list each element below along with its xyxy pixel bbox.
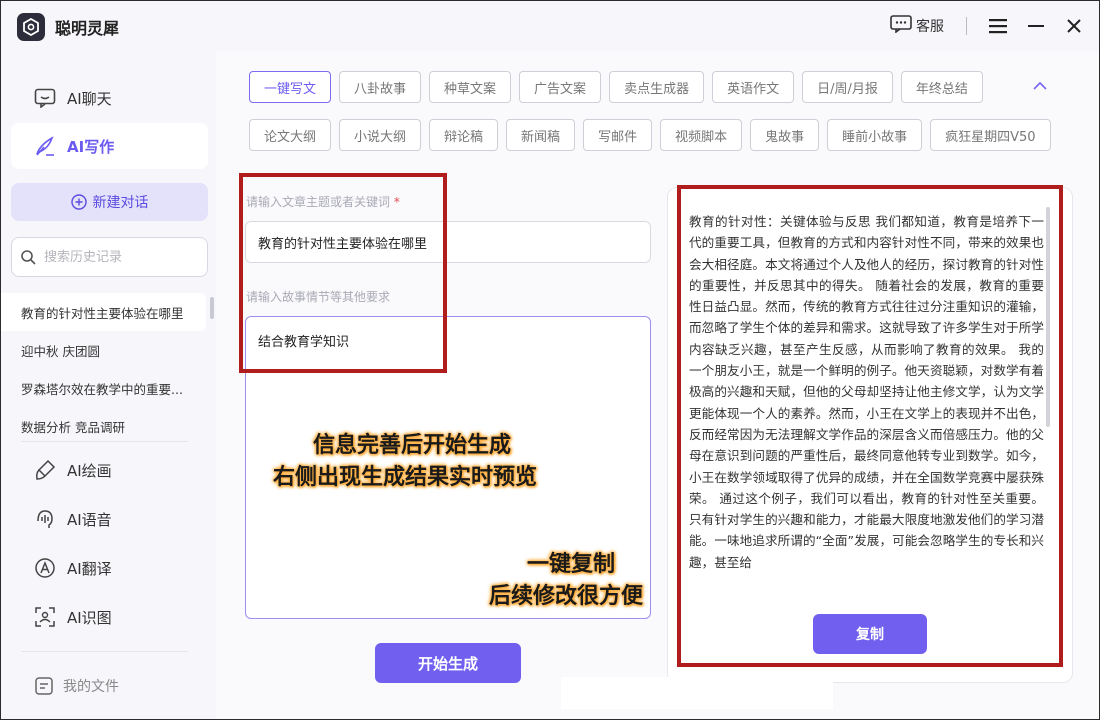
tag-row: 论文大纲 小说大纲 辩论稿 新闻稿 写邮件 视频脚本 鬼故事 睡前小故事 疯狂星期四V50 [249,119,1059,151]
support-chat-icon [890,15,912,37]
blank-overlay [561,677,833,709]
menu-icon [989,19,1007,34]
tag-chip[interactable]: 日/周/月报 [802,71,893,103]
nav-ai-chat-label: AI聊天 [67,89,112,108]
nav-ai-chat[interactable]: AI聊天 [11,75,208,121]
nav-ai-translate-label: AI翻译 [67,559,112,578]
history-item[interactable]: 迎中秋 庆团圆 [1,331,216,369]
my-files-label: 我的文件 [63,679,119,695]
nav-ai-translate[interactable]: AI翻译 [11,545,208,591]
tag-chip[interactable]: 写邮件 [583,119,653,151]
tag-row: 一键写文 八卦故事 种草文案 广告文案 卖点生成器 英语作文 日/周/月报 年终总结 [249,71,1059,103]
required-mark: * [393,195,400,209]
chevron-up-icon [1033,81,1047,90]
my-files-button[interactable]: 我的文件 [11,665,208,707]
history-scrollbar[interactable] [210,297,214,319]
tag-chip[interactable]: 英语作文 [712,71,795,103]
tag-chip[interactable]: 睡前小故事 [827,119,923,151]
nav-ai-voice-label: AI语音 [67,510,112,529]
copy-button[interactable]: 复制 [813,614,927,654]
nav-ai-paint-label: AI绘画 [67,461,112,480]
app-title: 聪明灵犀 [55,19,120,38]
new-chat-button[interactable]: 新建对话 [11,183,208,221]
collapse-tags-button[interactable] [1029,75,1051,97]
tag-chip[interactable]: 视频脚本 [660,119,743,151]
close-button[interactable] [1061,13,1087,39]
history-item[interactable]: 教育的针对性主要体验在哪里 [1,293,206,331]
details-label: 请输入故事情节等其他要求 [246,290,391,304]
app-logo-icon [17,13,45,41]
preview-text: 教育的针对性：关键体验与反思 我们都知道，教育是培养下一代的重要工具，但教育的方… [689,214,1044,570]
template-tags: 一键写文 八卦故事 种草文案 广告文案 卖点生成器 英语作文 日/周/月报 年终总结 论文大纲… [249,71,1059,167]
app-window: 聪明灵犀 客服 AI聊天 AI写作 新建对话 搜索历史记录 教育的针对性主要体验… [0,0,1100,720]
translate-icon [33,556,57,580]
support-button[interactable]: 客服 [890,15,944,37]
caption-generate-hint: 信息完善后开始生成 [313,433,512,458]
history-item[interactable]: 罗森塔尔效在教学中的重要... [1,369,216,407]
history-list: 教育的针对性主要体验在哪里 迎中秋 庆团圆 罗森塔尔效在教学中的重要... 数据… [1,293,216,445]
file-icon [33,675,55,697]
titlebar-divider [966,17,967,35]
new-chat-label: 新建对话 [92,195,149,211]
divider [21,651,188,652]
preview-scrollbar[interactable] [1046,207,1050,427]
minimize-button[interactable] [1023,13,1049,39]
tag-chip[interactable]: 论文大纲 [249,119,332,151]
topic-label-text: 请输入文章主题或者关键词 [246,195,391,209]
tag-chip[interactable]: 年终总结 [900,71,983,103]
pen-icon [33,134,57,158]
tag-chip[interactable]: 辩论稿 [429,119,499,151]
caption-edit-hint: 后续修改很方便 [489,584,644,609]
chat-icon [33,86,57,110]
tag-chip[interactable]: 小说大纲 [339,119,422,151]
menu-button[interactable] [985,13,1011,39]
tag-chip[interactable]: 八卦故事 [339,71,422,103]
search-input[interactable] [42,248,206,266]
divider [21,441,188,442]
history-search [11,237,208,277]
close-icon [1067,19,1081,33]
tag-chip[interactable]: 卖点生成器 [609,71,705,103]
tag-chip[interactable]: 一键写文 [249,71,332,103]
voice-icon [33,507,57,531]
scan-icon [33,605,57,629]
caption-preview-hint: 右侧出现生成结果实时预览 [273,465,538,490]
plus-circle-icon [70,194,87,210]
nav-ai-paint[interactable]: AI绘画 [11,447,208,493]
paint-icon [33,458,57,482]
caption-copy-hint: 一键复制 [527,552,616,577]
tag-chip[interactable]: 广告文案 [519,71,602,103]
start-generate-button[interactable]: 开始生成 [375,643,521,683]
topic-label: 请输入文章主题或者关键词 * [246,193,400,210]
topic-input[interactable] [245,221,651,263]
minimize-icon [1028,25,1044,27]
title-bar: 聪明灵犀 客服 [1,1,1099,51]
tag-chip[interactable]: 鬼故事 [750,119,820,151]
sidebar: AI聊天 AI写作 新建对话 教育的针对性主要体验在哪里 迎中秋 庆团圆 罗森塔… [1,51,216,719]
nav-ai-writing[interactable]: AI写作 [11,123,208,169]
tag-chip[interactable]: 疯狂星期四V50 [930,119,1051,151]
history-item[interactable]: 数据分析 竞品调研 [1,407,216,445]
search-icon [21,250,36,265]
nav-ai-recognize[interactable]: AI识图 [11,594,208,640]
tag-chip[interactable]: 新闻稿 [506,119,576,151]
support-label: 客服 [916,19,944,35]
nav-ai-writing-label: AI写作 [67,137,115,156]
nav-ai-voice[interactable]: AI语音 [11,496,208,542]
tag-chip[interactable]: 种草文案 [429,71,512,103]
nav-ai-recognize-label: AI识图 [67,608,112,627]
